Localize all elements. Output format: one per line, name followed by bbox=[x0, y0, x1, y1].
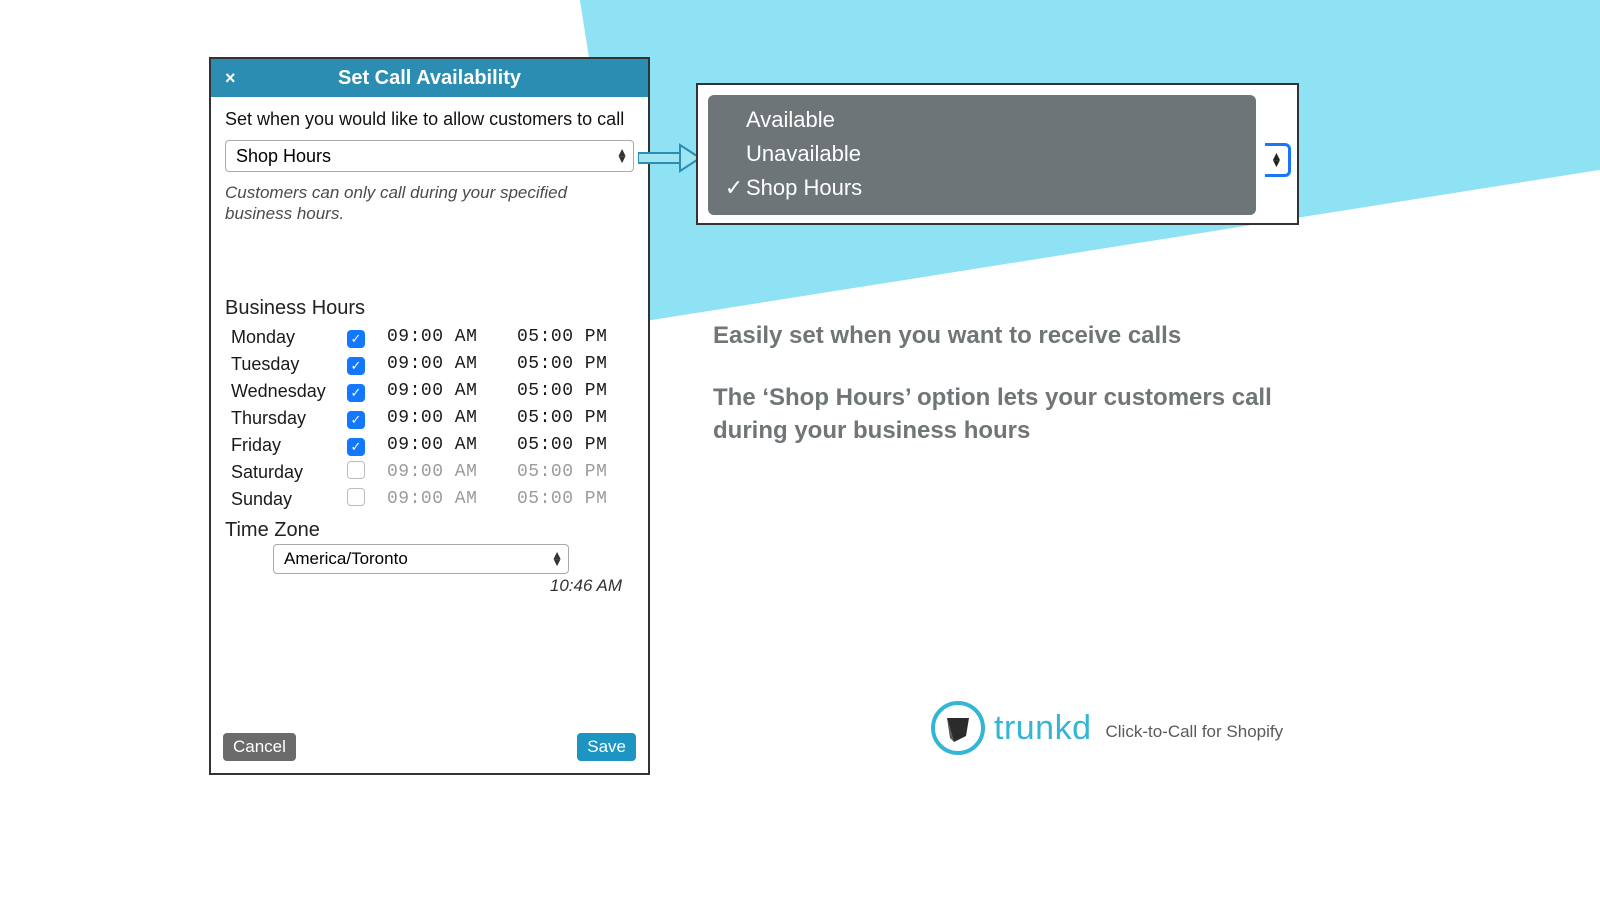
day-enabled-checkbox[interactable]: ✓ bbox=[347, 357, 365, 375]
availability-options-menu: AvailableUnavailable✓Shop Hours bbox=[708, 95, 1256, 215]
dialog-title: Set Call Availability bbox=[211, 67, 648, 90]
close-time[interactable]: 05:00 PM bbox=[517, 435, 637, 455]
dialog-header: × Set Call Availability bbox=[211, 59, 648, 97]
business-hours-row: Wednesday✓ 09:00 AM05:00 PM bbox=[225, 378, 634, 405]
day-label: Monday bbox=[225, 327, 347, 348]
day-enabled-checkbox[interactable]: ✓ bbox=[347, 384, 365, 402]
business-hours-heading: Business Hours bbox=[225, 297, 634, 320]
business-hours-row: Thursday✓ 09:00 AM05:00 PM bbox=[225, 405, 634, 432]
business-hours-row: Friday✓ 09:00 AM05:00 PM bbox=[225, 432, 634, 459]
business-hours-list: Monday✓09:00 AM05:00 PMTuesday✓09:00 AM0… bbox=[225, 324, 634, 513]
cancel-button[interactable]: Cancel bbox=[223, 733, 296, 761]
select-spinner-icon: ▲▼ bbox=[552, 552, 562, 566]
day-label: Thursday bbox=[225, 408, 347, 429]
option-label: Available bbox=[746, 107, 835, 133]
marketing-line-2: The ‘Shop Hours’ option lets your custom… bbox=[713, 382, 1273, 447]
open-time[interactable]: 09:00 AM bbox=[387, 462, 517, 482]
timezone-value: America/Toronto bbox=[284, 549, 408, 569]
timezone-heading: Time Zone bbox=[225, 519, 634, 542]
close-time[interactable]: 05:00 PM bbox=[517, 354, 637, 374]
trunkd-logo-icon bbox=[930, 700, 986, 756]
availability-options-callout: AvailableUnavailable✓Shop Hours ▲▼ bbox=[696, 83, 1299, 225]
dialog-prompt: Set when you would like to allow custome… bbox=[225, 109, 634, 130]
day-label: Wednesday bbox=[225, 381, 347, 402]
marketing-copy: Easily set when you want to receive call… bbox=[713, 320, 1273, 447]
availability-mode-select[interactable]: Shop Hours ▲▼ bbox=[225, 140, 634, 172]
availability-mode-value: Shop Hours bbox=[236, 146, 331, 167]
close-time[interactable]: 05:00 PM bbox=[517, 381, 637, 401]
option-label: Shop Hours bbox=[746, 175, 862, 201]
option-label: Unavailable bbox=[746, 141, 861, 167]
business-hours-row: Tuesday✓ 09:00 AM05:00 PM bbox=[225, 351, 634, 378]
business-hours-row: Saturday 09:00 AM05:00 PM bbox=[225, 459, 634, 486]
brand-name: trunkd bbox=[994, 709, 1092, 748]
select-spinner-icon: ▲▼ bbox=[1265, 143, 1291, 177]
availability-option[interactable]: Unavailable bbox=[708, 137, 1256, 171]
open-time[interactable]: 09:00 AM bbox=[387, 435, 517, 455]
open-time[interactable]: 09:00 AM bbox=[387, 489, 517, 509]
day-label: Tuesday bbox=[225, 354, 347, 375]
marketing-line-1: Easily set when you want to receive call… bbox=[713, 320, 1273, 352]
open-time[interactable]: 09:00 AM bbox=[387, 381, 517, 401]
brand-tagline: Click-to-Call for Shopify bbox=[1106, 714, 1284, 742]
close-time[interactable]: 05:00 PM bbox=[517, 408, 637, 428]
availability-option[interactable]: Available bbox=[708, 103, 1256, 137]
open-time[interactable]: 09:00 AM bbox=[387, 327, 517, 347]
day-label: Friday bbox=[225, 435, 347, 456]
availability-option[interactable]: ✓Shop Hours bbox=[708, 171, 1256, 205]
close-time[interactable]: 05:00 PM bbox=[517, 489, 637, 509]
dialog-footer: Cancel Save bbox=[211, 723, 648, 773]
close-time[interactable]: 05:00 PM bbox=[517, 327, 637, 347]
day-enabled-checkbox[interactable] bbox=[347, 488, 365, 506]
day-enabled-checkbox[interactable]: ✓ bbox=[347, 330, 365, 348]
day-enabled-checkbox[interactable]: ✓ bbox=[347, 438, 365, 456]
arrow-icon bbox=[638, 143, 700, 173]
day-enabled-checkbox[interactable]: ✓ bbox=[347, 411, 365, 429]
business-hours-row: Monday✓ 09:00 AM05:00 PM bbox=[225, 324, 634, 351]
set-call-availability-dialog: × Set Call Availability Set when you wou… bbox=[209, 57, 650, 775]
open-time[interactable]: 09:00 AM bbox=[387, 408, 517, 428]
close-time[interactable]: 05:00 PM bbox=[517, 462, 637, 482]
timezone-local-time: 10:46 AM bbox=[225, 576, 634, 596]
dialog-body: Set when you would like to allow custome… bbox=[211, 97, 648, 723]
availability-help-text: Customers can only call during your spec… bbox=[225, 182, 634, 225]
brand-footer: trunkd Click-to-Call for Shopify bbox=[930, 700, 1283, 756]
open-time[interactable]: 09:00 AM bbox=[387, 354, 517, 374]
day-label: Saturday bbox=[225, 462, 347, 483]
select-spinner-icon: ▲▼ bbox=[617, 149, 627, 163]
save-button[interactable]: Save bbox=[577, 733, 636, 761]
day-label: Sunday bbox=[225, 489, 347, 510]
timezone-select[interactable]: America/Toronto ▲▼ bbox=[273, 544, 569, 574]
day-enabled-checkbox[interactable] bbox=[347, 461, 365, 479]
business-hours-row: Sunday 09:00 AM05:00 PM bbox=[225, 486, 634, 513]
close-icon[interactable]: × bbox=[221, 69, 240, 87]
check-icon: ✓ bbox=[722, 175, 746, 201]
